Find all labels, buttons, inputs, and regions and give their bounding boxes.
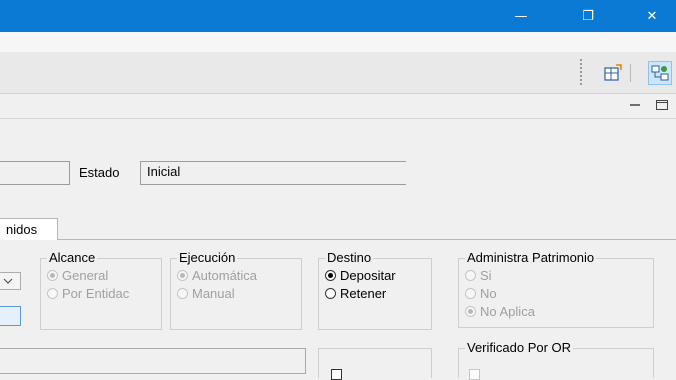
checkbox-icon[interactable] xyxy=(331,369,342,380)
bottom-middle-group xyxy=(318,348,432,380)
administra-group: Administra Patrimonio Si No No Aplica xyxy=(458,250,654,328)
alcance-title: Alcance xyxy=(47,250,98,265)
ejecucion-automatica-label: Automática xyxy=(192,268,258,283)
ejecucion-manual-radio[interactable]: Manual xyxy=(177,286,235,301)
alcance-entidad-label: Por Entidac xyxy=(62,286,130,301)
radio-unselected-icon xyxy=(325,288,336,299)
destino-depositar-radio[interactable]: Depositar xyxy=(325,268,396,283)
destino-retener-label: Retener xyxy=(340,286,387,301)
administra-si-radio[interactable]: Si xyxy=(465,268,492,283)
destino-depositar-label: Depositar xyxy=(340,268,396,283)
ejecucion-group: Ejecución Automática Manual xyxy=(170,250,302,330)
restore-button[interactable]: ❐ xyxy=(566,0,610,32)
radio-unselected-icon xyxy=(47,288,58,299)
bottom-field[interactable] xyxy=(0,348,306,374)
new-window-icon[interactable] xyxy=(603,63,623,83)
administra-no-label: No xyxy=(480,286,497,301)
alcance-group: Alcance General Por Entidac xyxy=(40,250,162,330)
estado-field[interactable]: Inicial xyxy=(140,161,406,185)
estado-field-top-border xyxy=(140,161,406,162)
radio-selected-icon xyxy=(177,270,188,281)
ejecucion-automatica-radio[interactable]: Automática xyxy=(177,268,257,283)
alcance-general-label: General xyxy=(62,268,109,283)
radio-unselected-icon xyxy=(465,270,476,281)
radio-selected-icon xyxy=(47,270,58,281)
administra-noaplica-label: No Aplica xyxy=(480,304,535,319)
view-header xyxy=(0,94,676,119)
administra-noaplica-radio[interactable]: No Aplica xyxy=(465,304,535,319)
ejecucion-title: Ejecución xyxy=(177,250,238,265)
toolbar-grip[interactable] xyxy=(580,59,584,85)
alcance-entidad-radio[interactable]: Por Entidac xyxy=(47,286,129,301)
close-icon: ✕ xyxy=(646,8,658,24)
ejecucion-manual-label: Manual xyxy=(192,286,235,301)
minimize-button[interactable]: — xyxy=(499,0,543,32)
estado-label: Estado xyxy=(79,165,120,180)
tab-strip-border xyxy=(58,239,676,240)
left-dropdown[interactable] xyxy=(0,272,21,290)
radio-selected-icon xyxy=(325,270,336,281)
network-view-icon[interactable] xyxy=(648,61,672,85)
minimize-view-icon[interactable] xyxy=(628,98,642,112)
verificado-group: Verificado Por OR xyxy=(458,340,654,380)
tab-contenidos[interactable]: nidos xyxy=(0,218,58,240)
toolbar-separator xyxy=(630,64,631,82)
left-button[interactable] xyxy=(0,306,21,326)
destino-title: Destino xyxy=(325,250,374,265)
minimize-icon: — xyxy=(514,8,528,24)
close-button[interactable]: ✕ xyxy=(630,0,674,32)
main-toolbar xyxy=(0,52,676,94)
radio-unselected-icon xyxy=(465,288,476,299)
radio-selected-icon xyxy=(465,306,476,317)
verificado-checkbox-icon[interactable] xyxy=(469,369,480,380)
administra-no-radio[interactable]: No xyxy=(465,286,497,301)
window-titlebar: — ❐ ✕ xyxy=(0,0,676,32)
alcance-general-radio[interactable]: General xyxy=(47,268,108,283)
administra-si-label: Si xyxy=(480,268,492,283)
destino-group: Destino Depositar Retener xyxy=(318,250,432,330)
menu-strip xyxy=(0,32,676,52)
verificado-title: Verificado Por OR xyxy=(465,340,574,355)
maximize-view-icon[interactable] xyxy=(655,98,669,112)
restore-icon: ❐ xyxy=(582,8,594,24)
radio-unselected-icon xyxy=(177,288,188,299)
estado-value: Inicial xyxy=(147,164,181,179)
tab-label: nidos xyxy=(6,222,38,237)
administra-title: Administra Patrimonio xyxy=(465,250,597,265)
left-field[interactable] xyxy=(0,161,70,185)
destino-retener-radio[interactable]: Retener xyxy=(325,286,386,301)
